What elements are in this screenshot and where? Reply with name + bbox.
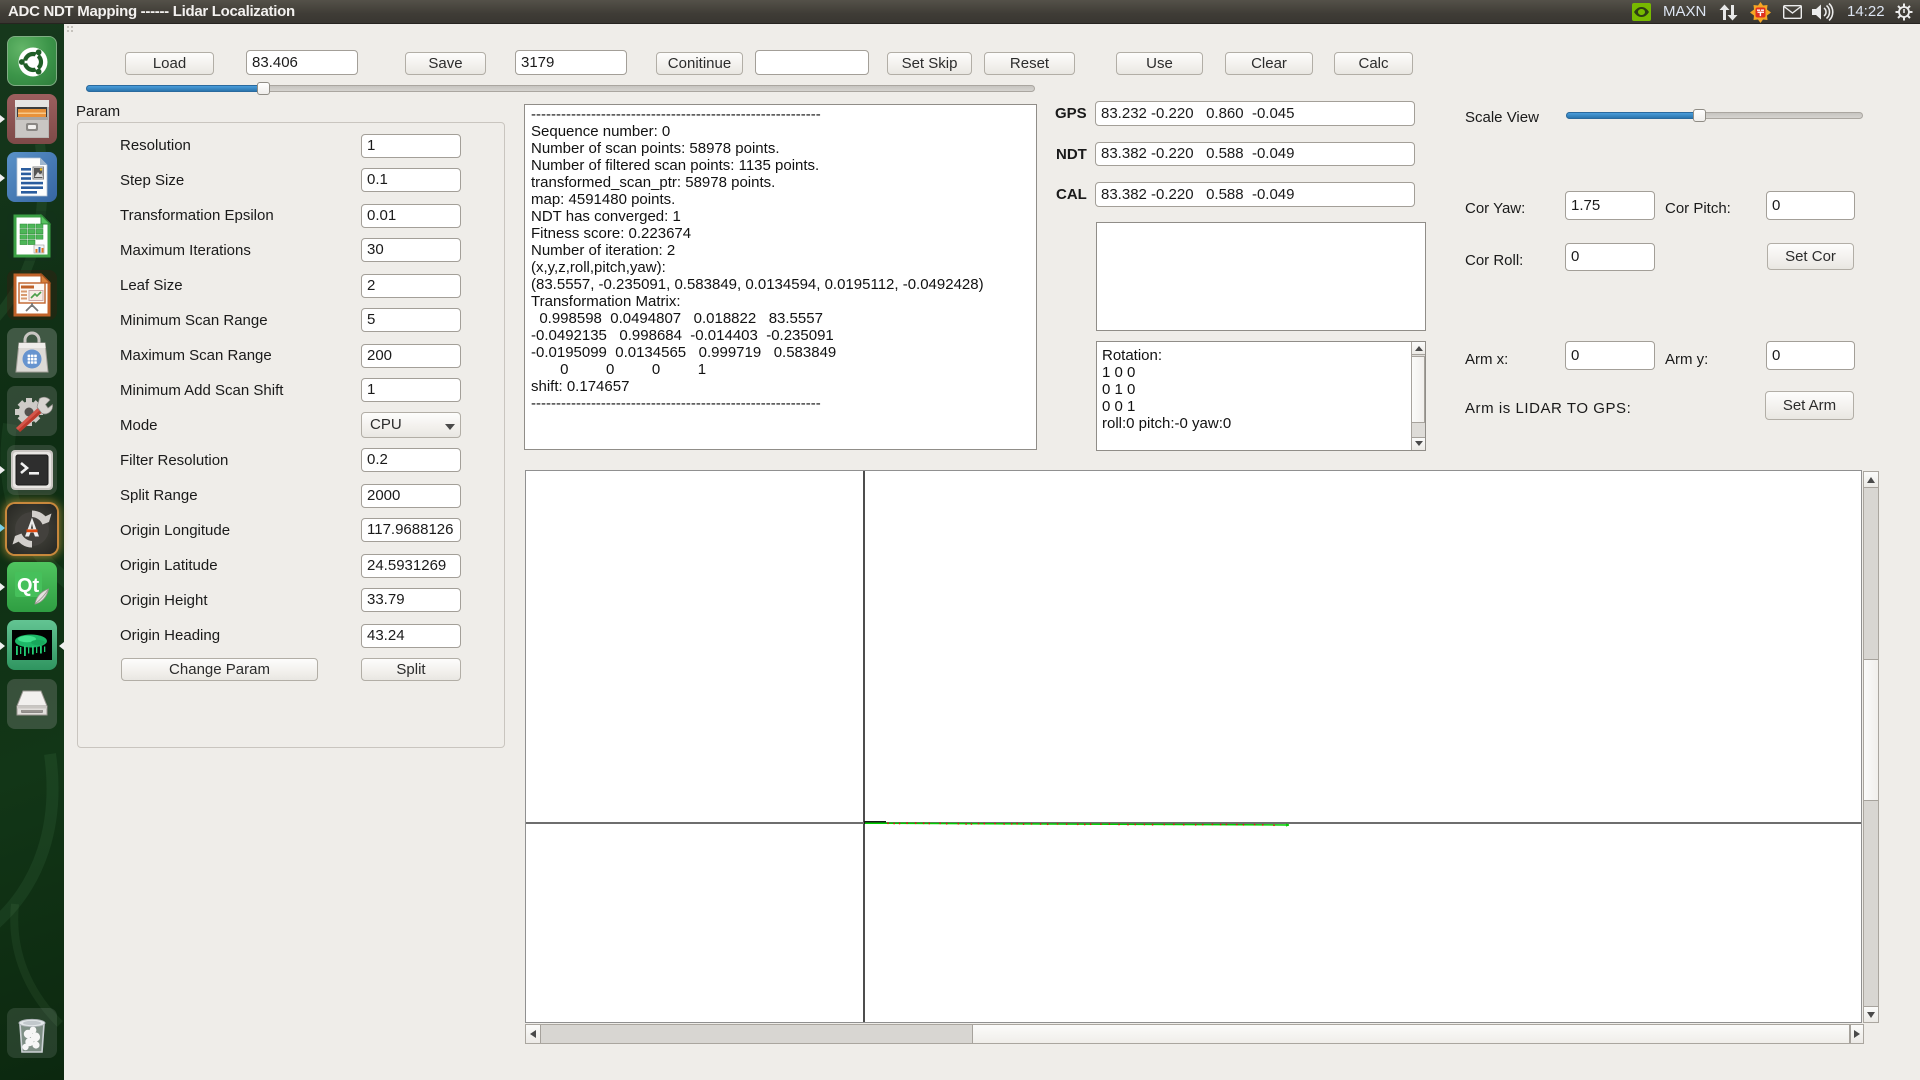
svg-text:Qt: Qt [17,575,40,597]
